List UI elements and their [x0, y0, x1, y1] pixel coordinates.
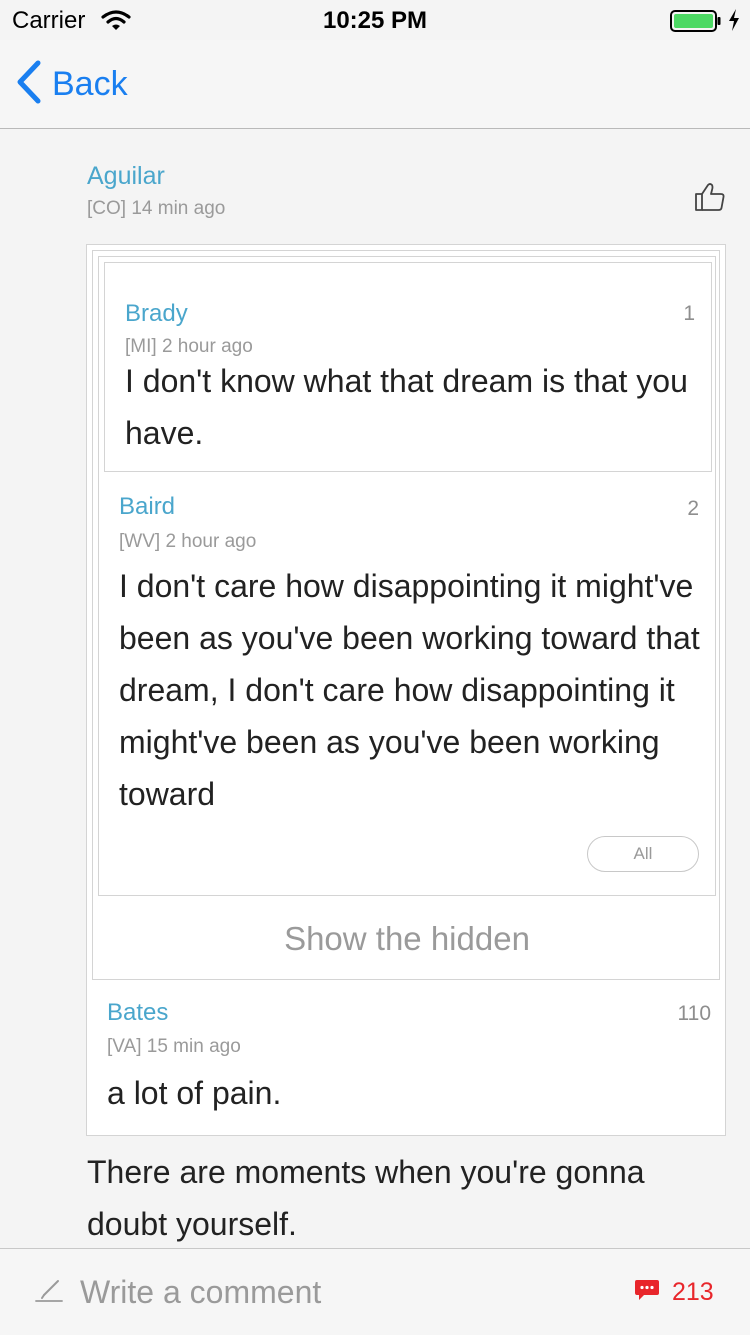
- floor-author[interactable]: Bates: [107, 999, 168, 1027]
- comment-placeholder: Write a comment: [80, 1273, 322, 1310]
- chevron-left-icon: [16, 60, 42, 109]
- charging-bolt-icon: [728, 8, 740, 39]
- navigation-bar: Back: [0, 40, 750, 129]
- floor-number: 1: [683, 302, 695, 325]
- pencil-icon: [34, 1277, 64, 1308]
- floor-text: a lot of pain.: [107, 1075, 282, 1111]
- floor-meta: [VA] 15 min ago: [107, 1036, 241, 1057]
- comment-text: There are moments when you're gonna doub…: [87, 1154, 645, 1242]
- floor-meta: [WV] 2 hour ago: [119, 531, 257, 552]
- quoted-comment-floor-1: Brady [MI] 2 hour ago 1 I don't know wha…: [104, 262, 712, 472]
- comment-author[interactable]: Aguilar: [87, 162, 165, 191]
- comment-bar: Write a comment 213: [0, 1248, 750, 1335]
- nested-frame-middle: Brady [MI] 2 hour ago 1 I don't know wha…: [98, 256, 716, 896]
- floor-number: 2: [687, 497, 699, 520]
- comment-meta: [CO] 14 min ago: [87, 198, 226, 219]
- back-label: Back: [52, 64, 128, 103]
- thumbs-up-icon[interactable]: [694, 182, 726, 217]
- comment-count: 213: [672, 1277, 714, 1306]
- status-bar: Carrier 10:25 PM: [0, 0, 750, 40]
- expand-all-button[interactable]: All: [587, 836, 699, 872]
- comment-count-button[interactable]: 213: [634, 1249, 714, 1335]
- show-hidden-button[interactable]: Show the hidden: [93, 896, 721, 981]
- floor-author[interactable]: Brady: [125, 300, 188, 328]
- clock: 10:25 PM: [322, 7, 428, 34]
- battery-icon: [670, 10, 722, 39]
- quoted-comments-box: Brady [MI] 2 hour ago 1 I don't know wha…: [86, 244, 726, 1136]
- floor-number: 110: [677, 1002, 711, 1025]
- back-button[interactable]: Back: [16, 60, 128, 109]
- nested-frame-outer: Brady [MI] 2 hour ago 1 I don't know wha…: [92, 250, 720, 980]
- write-comment-input[interactable]: Write a comment: [34, 1249, 321, 1335]
- comment-bubble-icon: [634, 1278, 660, 1307]
- floor-author[interactable]: Baird: [119, 493, 175, 521]
- floor-text: I don't know what that dream is that you…: [125, 363, 688, 451]
- floor-text: I don't care how disappointing it might'…: [119, 568, 700, 812]
